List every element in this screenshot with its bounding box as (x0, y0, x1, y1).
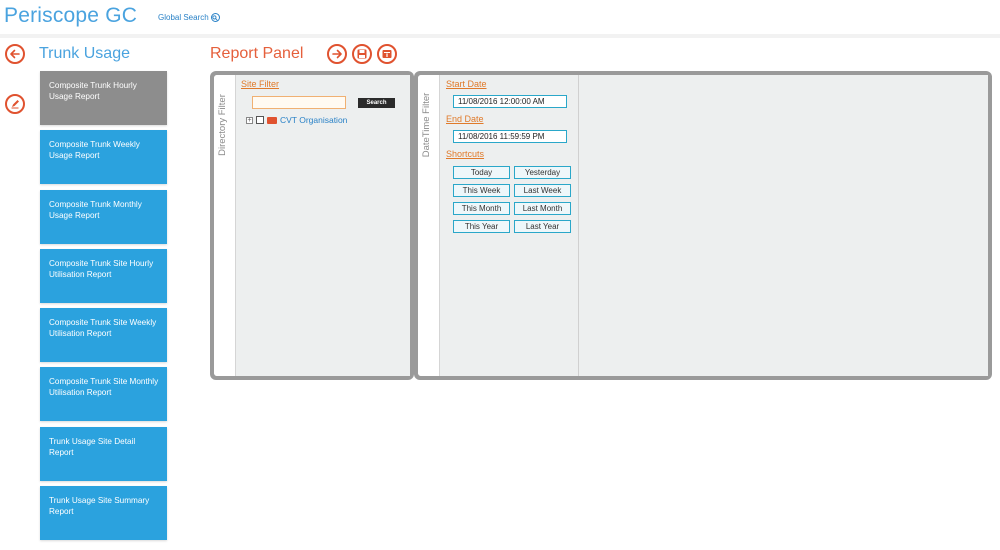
tree-expand-icon[interactable]: + (246, 116, 253, 124)
app-title: Periscope GC (4, 4, 138, 27)
organisation-checkbox[interactable] (256, 116, 264, 124)
shortcut-last-week-button[interactable]: Last Week (514, 184, 571, 197)
shortcut-this-week-button[interactable]: This Week (453, 184, 510, 197)
datetime-filter-body: DateTime Filter Start Date 11/08/2016 12… (418, 75, 988, 376)
site-filter-input[interactable] (252, 96, 346, 109)
report-item-label: Composite Trunk Site Hourly Utilisation … (49, 258, 154, 279)
directory-filter-body: Directory Filter Site Filter Search + CV… (214, 75, 410, 376)
report-item-label: Composite Trunk Site Monthly Utilisation… (49, 377, 159, 398)
export-report-button[interactable] (377, 44, 397, 64)
report-item-site-summary[interactable]: Trunk Usage Site Summary Report (40, 486, 167, 541)
report-item-site-monthly-utilisation[interactable]: Composite Trunk Site Monthly Utilisation… (40, 367, 167, 422)
report-item-site-weekly-utilisation[interactable]: Composite Trunk Site Weekly Utilisation … (40, 308, 167, 363)
datetime-filter-spacer (579, 75, 988, 376)
arrow-right-icon (332, 49, 342, 59)
directory-filter-tab-label: Directory Filter (217, 94, 228, 156)
report-item-composite-trunk-hourly[interactable]: Composite Trunk Hourly Usage Report (40, 71, 167, 125)
global-search-link[interactable]: Global Search (158, 13, 220, 22)
back-button[interactable] (5, 44, 25, 64)
report-item-site-detail[interactable]: Trunk Usage Site Detail Report (40, 426, 167, 481)
report-item-label: Composite Trunk Weekly Usage Report (49, 140, 140, 161)
shortcut-grid: Today Yesterday This Week Last Week This… (453, 166, 571, 233)
end-date-label[interactable]: End Date (446, 114, 484, 124)
save-report-button[interactable] (352, 44, 372, 64)
shortcut-today-button[interactable]: Today (453, 166, 510, 179)
shortcut-last-month-button[interactable]: Last Month (514, 202, 571, 215)
shortcut-last-year-button[interactable]: Last Year (514, 220, 571, 233)
site-search-button[interactable]: Search (358, 98, 395, 108)
directory-filter-content: Site Filter Search + CVT Organisation (236, 75, 410, 376)
tree-node-organisation: + CVT Organisation (246, 115, 347, 125)
report-item-label: Composite Trunk Site Weekly Utilisation … (49, 318, 157, 339)
shortcut-this-year-button[interactable]: This Year (453, 220, 510, 233)
directory-filter-tab[interactable]: Directory Filter (214, 75, 236, 376)
site-filter-label[interactable]: Site Filter (241, 79, 279, 89)
shortcut-yesterday-button[interactable]: Yesterday (514, 166, 571, 179)
magnifier-icon (210, 13, 220, 22)
shortcuts-label[interactable]: Shortcuts (446, 149, 484, 159)
datetime-filter-panel: DateTime Filter Start Date 11/08/2016 12… (414, 71, 992, 380)
organisation-icon (267, 116, 277, 124)
report-item-composite-trunk-weekly[interactable]: Composite Trunk Weekly Usage Report (40, 130, 167, 185)
datetime-filter-tab[interactable]: DateTime Filter (418, 75, 440, 376)
report-item-label: Trunk Usage Site Summary Report (49, 496, 150, 517)
report-item-site-hourly-utilisation[interactable]: Composite Trunk Site Hourly Utilisation … (40, 248, 167, 303)
end-date-field[interactable]: 11/08/2016 11:59:59 PM (453, 130, 567, 143)
datetime-filter-tab-label: DateTime Filter (421, 92, 432, 158)
start-date-label[interactable]: Start Date (446, 79, 487, 89)
arrow-left-icon (10, 49, 20, 59)
report-item-label: Composite Trunk Monthly Usage Report (49, 199, 142, 220)
run-report-button[interactable] (327, 44, 347, 64)
shortcut-this-month-button[interactable]: This Month (453, 202, 510, 215)
pencil-icon (11, 100, 19, 109)
sidebar-title: Trunk Usage (39, 45, 130, 62)
global-search-label: Global Search (158, 13, 209, 22)
save-icon (357, 49, 367, 59)
report-item-label: Trunk Usage Site Detail Report (49, 436, 136, 457)
app-header: Periscope GC Global Search (0, 0, 1000, 38)
report-panel-title: Report Panel (210, 45, 304, 62)
organisation-label[interactable]: CVT Organisation (280, 115, 347, 125)
datetime-filter-content: Start Date 11/08/2016 12:00:00 AM End Da… (440, 75, 579, 376)
report-item-composite-trunk-monthly[interactable]: Composite Trunk Monthly Usage Report (40, 189, 167, 244)
directory-filter-panel: Directory Filter Site Filter Search + CV… (210, 71, 414, 380)
edit-button[interactable] (5, 94, 25, 114)
export-icon (382, 50, 392, 58)
report-item-label: Composite Trunk Hourly Usage Report (49, 81, 137, 101)
start-date-field[interactable]: 11/08/2016 12:00:00 AM (453, 95, 567, 108)
report-list: Composite Trunk Hourly Usage Report Comp… (40, 71, 167, 545)
